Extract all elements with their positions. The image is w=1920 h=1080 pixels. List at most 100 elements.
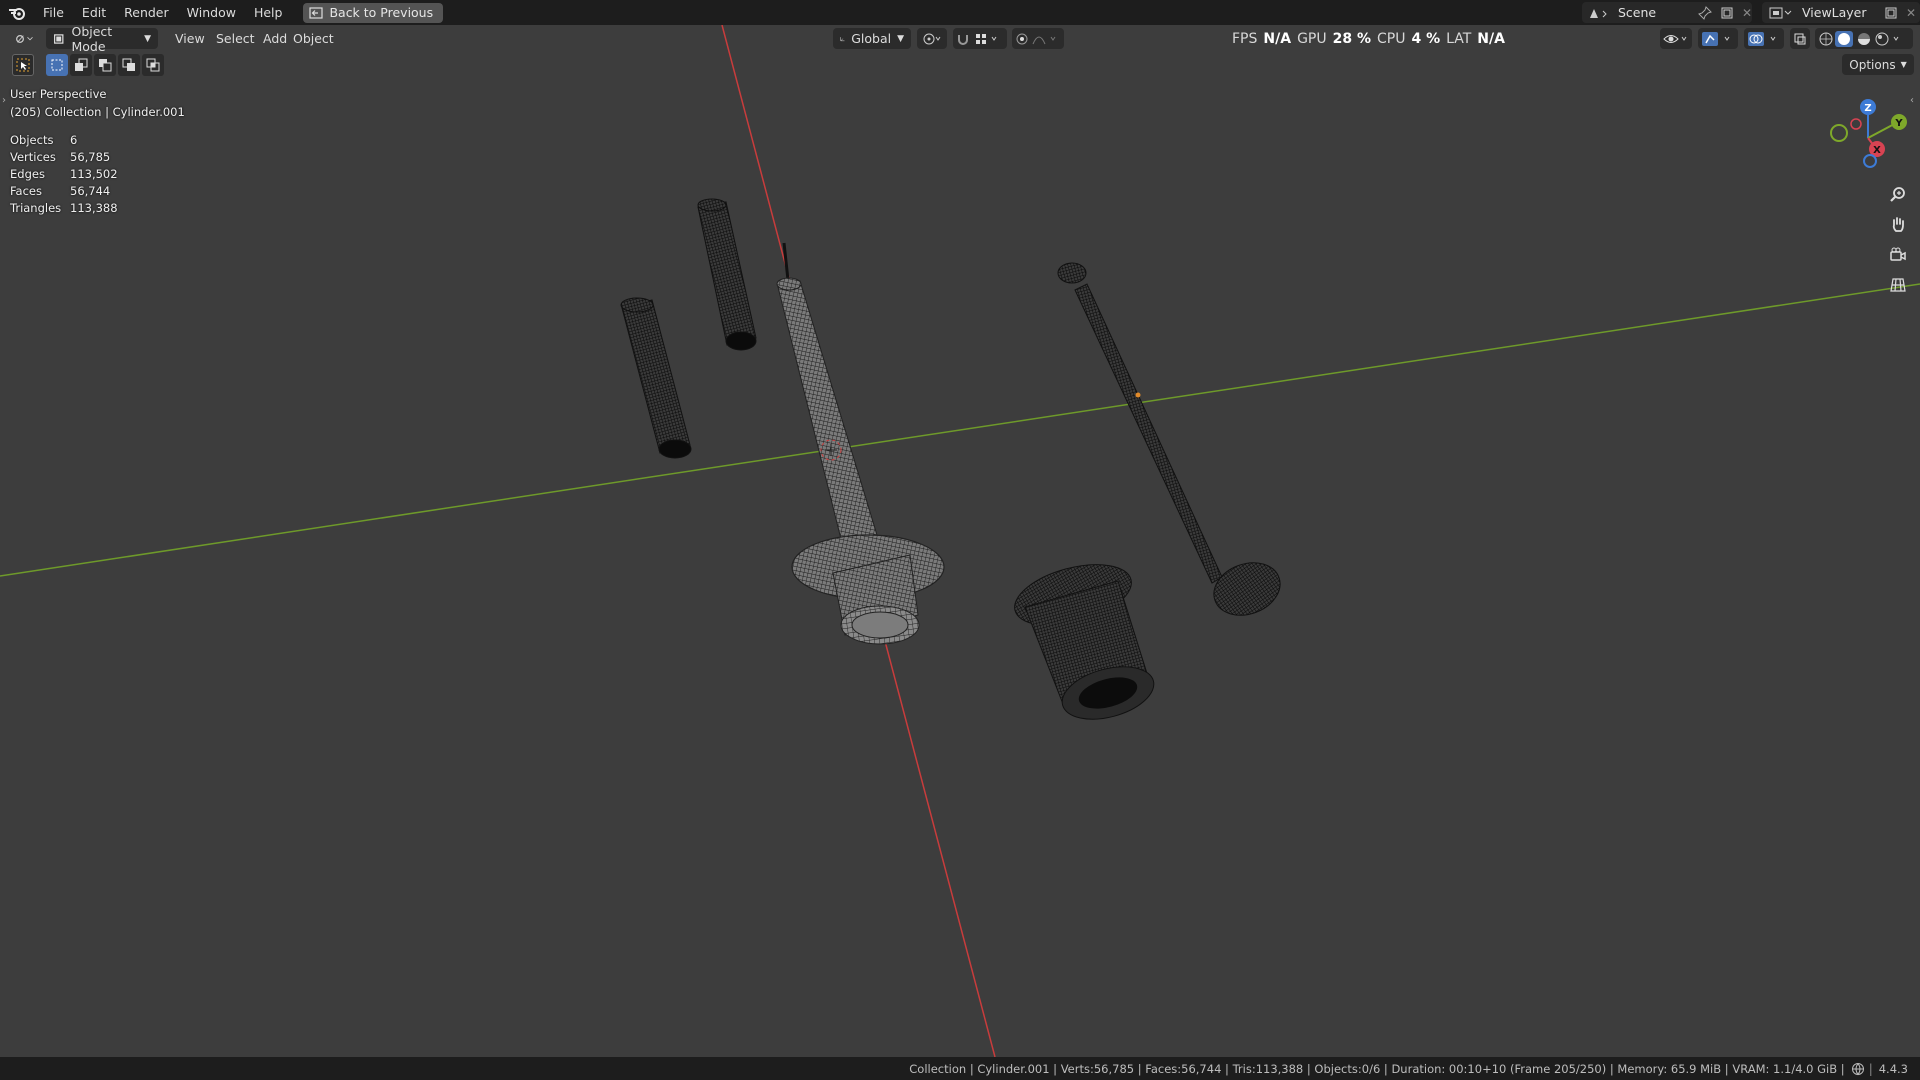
new-view-layer-icon[interactable] bbox=[1884, 6, 1898, 20]
menu-file[interactable]: File bbox=[34, 0, 73, 25]
gpu-label: GPU bbox=[1297, 30, 1327, 47]
selectability-visibility-dropdown[interactable] bbox=[1660, 28, 1692, 49]
blender-version: 4.4.3 bbox=[1878, 1061, 1908, 1076]
editor-type-icon bbox=[16, 34, 33, 43]
network-icon[interactable] bbox=[1851, 1062, 1865, 1076]
tool-settings-row bbox=[12, 54, 164, 76]
pivot-point-dropdown[interactable] bbox=[917, 28, 947, 49]
stat-label: Objects bbox=[10, 133, 54, 147]
selection-mode-difference[interactable] bbox=[118, 54, 140, 76]
transform-orientation-label: Global bbox=[851, 31, 892, 46]
options-dropdown[interactable]: Options ▼ bbox=[1842, 54, 1914, 75]
delete-scene-icon[interactable]: ✕ bbox=[1742, 6, 1752, 20]
stat-row: Objects 6 bbox=[10, 132, 118, 149]
view-layer-name[interactable]: ViewLayer bbox=[1802, 5, 1884, 20]
zoom-button[interactable] bbox=[1884, 181, 1912, 209]
lat-label: LAT bbox=[1446, 30, 1472, 47]
viewport-scene[interactable]: Z Y X bbox=[0, 25, 1920, 1057]
delete-view-layer-icon[interactable]: ✕ bbox=[1906, 6, 1916, 20]
camera-icon bbox=[1890, 247, 1906, 261]
stat-label: Vertices bbox=[10, 150, 56, 164]
view-layer-icon bbox=[1769, 7, 1792, 18]
menu-window[interactable]: Window bbox=[178, 0, 245, 25]
object-mode-dropdown[interactable]: Object Mode ▼ bbox=[46, 25, 158, 54]
grip-tube-left[interactable] bbox=[620, 297, 692, 459]
blender-logo-icon[interactable] bbox=[0, 0, 34, 25]
grid-perspective-icon bbox=[1890, 278, 1906, 292]
snap-magnet-icon bbox=[958, 33, 997, 45]
new-scene-icon[interactable] bbox=[1720, 6, 1734, 20]
selection-mode-extend[interactable] bbox=[70, 54, 92, 76]
menu-help[interactable]: Help bbox=[245, 0, 292, 25]
menu-view[interactable]: View bbox=[168, 28, 212, 49]
select-subtract-icon bbox=[99, 59, 112, 72]
object-mode-icon bbox=[54, 33, 64, 44]
shading-icons bbox=[1819, 30, 1899, 47]
syringe-cap[interactable] bbox=[1008, 553, 1160, 728]
snapping-controls[interactable] bbox=[953, 28, 1007, 49]
selection-mode-set[interactable] bbox=[46, 54, 68, 76]
menu-render[interactable]: Render bbox=[115, 0, 178, 25]
menu-select[interactable]: Select bbox=[209, 28, 262, 49]
stat-label: Triangles bbox=[10, 201, 62, 215]
lat-value: N/A bbox=[1477, 30, 1505, 47]
menu-object[interactable]: Object bbox=[286, 28, 341, 49]
editor-type-dropdown[interactable] bbox=[8, 28, 42, 49]
scene-statistics: Objects 6 Vertices 56,785 Edges 113,502 Fac… bbox=[10, 132, 118, 217]
navigation-gizmo[interactable]: Z Y X bbox=[1830, 99, 1907, 168]
status-bar: Collection | Cylinder.001 | Verts:56,785… bbox=[0, 1057, 1920, 1080]
syringe-barrel[interactable] bbox=[776, 242, 945, 645]
active-context: (205) Collection | Cylinder.001 bbox=[10, 104, 185, 119]
gpu-value: 28 % bbox=[1332, 30, 1371, 47]
3d-viewport[interactable]: Z Y X Object Mode ▼ View Select Add Obje… bbox=[0, 25, 1920, 1057]
fps-label: FPS bbox=[1232, 30, 1258, 47]
proportional-edit-icon bbox=[1016, 33, 1056, 44]
stat-value: 113,388 bbox=[70, 201, 118, 215]
xray-toggle[interactable] bbox=[1790, 28, 1810, 49]
viewport-overlay-info: User Perspective (205) Collection | Cyli… bbox=[10, 86, 185, 121]
status-divider: | bbox=[1868, 1061, 1873, 1076]
select-box-tool[interactable] bbox=[12, 54, 34, 76]
cursor-select-icon bbox=[16, 58, 30, 72]
chevron-down-icon: ▼ bbox=[1900, 60, 1907, 69]
perspective-toggle-button[interactable] bbox=[1884, 271, 1912, 299]
select-difference-icon bbox=[122, 58, 135, 71]
transform-orientation-dropdown[interactable]: Global ▼ bbox=[833, 28, 911, 49]
scene-name[interactable]: Scene bbox=[1618, 5, 1698, 20]
chevron-down-icon: ▼ bbox=[897, 33, 904, 44]
menu-edit[interactable]: Edit bbox=[73, 0, 115, 25]
gizmo-x-label: X bbox=[1873, 145, 1881, 156]
toolbar-toggle-arrow-icon[interactable]: › bbox=[2, 95, 6, 106]
stat-value: 56,744 bbox=[70, 184, 111, 198]
orientation-icon bbox=[840, 36, 845, 41]
status-info: Collection | Cylinder.001 | Verts:56,785… bbox=[909, 1061, 1845, 1076]
proportional-editing-controls[interactable] bbox=[1012, 28, 1064, 49]
stat-row: Edges 113,502 bbox=[10, 166, 118, 183]
overlays-toggle[interactable] bbox=[1744, 28, 1784, 49]
sidebar-toggle-arrow-icon[interactable]: ‹ bbox=[1910, 95, 1914, 106]
grip-tube-right[interactable] bbox=[697, 198, 757, 351]
options-label: Options bbox=[1849, 57, 1896, 72]
selection-mode-subtract[interactable] bbox=[94, 54, 116, 76]
pivot-icon bbox=[923, 33, 941, 44]
performance-overlay: FPS N/A GPU 28 % CPU 4 % LAT N/A bbox=[1232, 25, 1505, 52]
view-name: User Perspective bbox=[10, 87, 107, 101]
gizmo-y-label: Y bbox=[1894, 118, 1903, 129]
fps-value: N/A bbox=[1263, 30, 1292, 47]
scene-selector[interactable]: Scene ✕ bbox=[1582, 2, 1752, 23]
scene-icon bbox=[1589, 8, 1607, 18]
pan-button[interactable] bbox=[1884, 211, 1912, 239]
selection-mode-intersect[interactable] bbox=[142, 54, 164, 76]
y-axis-line bbox=[0, 283, 1920, 577]
view-layer-selector[interactable]: ViewLayer ✕ bbox=[1762, 2, 1920, 23]
stat-row: Triangles 113,388 bbox=[10, 200, 118, 217]
shading-mode-buttons[interactable] bbox=[1815, 28, 1913, 49]
gizmo-toggle[interactable] bbox=[1698, 28, 1738, 49]
camera-view-button[interactable] bbox=[1884, 241, 1912, 269]
chevron-down-icon: ▼ bbox=[144, 33, 151, 44]
pin-icon[interactable] bbox=[1698, 5, 1712, 20]
stat-label: Faces bbox=[10, 184, 42, 198]
cpu-label: CPU bbox=[1377, 30, 1406, 47]
back-to-previous-button[interactable]: Back to Previous bbox=[303, 2, 444, 23]
object-mode-label: Object Mode bbox=[71, 25, 113, 54]
